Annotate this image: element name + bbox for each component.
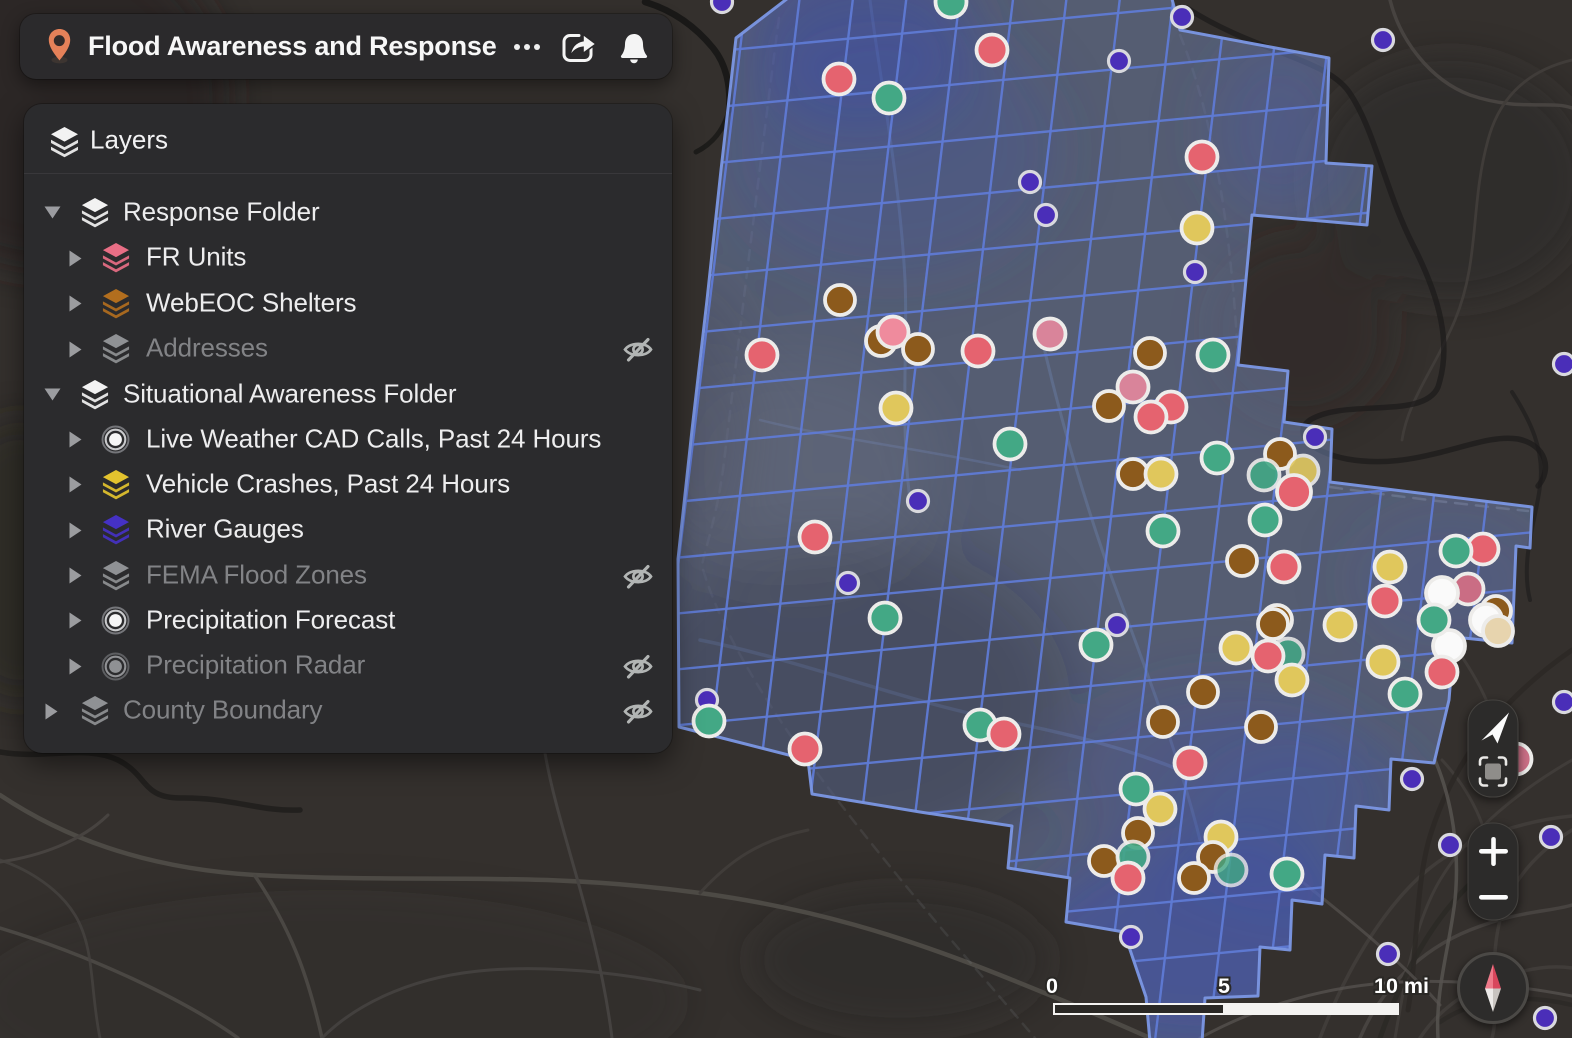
svg-text:5: 5 <box>1218 974 1230 998</box>
svg-text:10 mi: 10 mi <box>1374 974 1429 998</box>
svg-text:0: 0 <box>1046 974 1058 998</box>
